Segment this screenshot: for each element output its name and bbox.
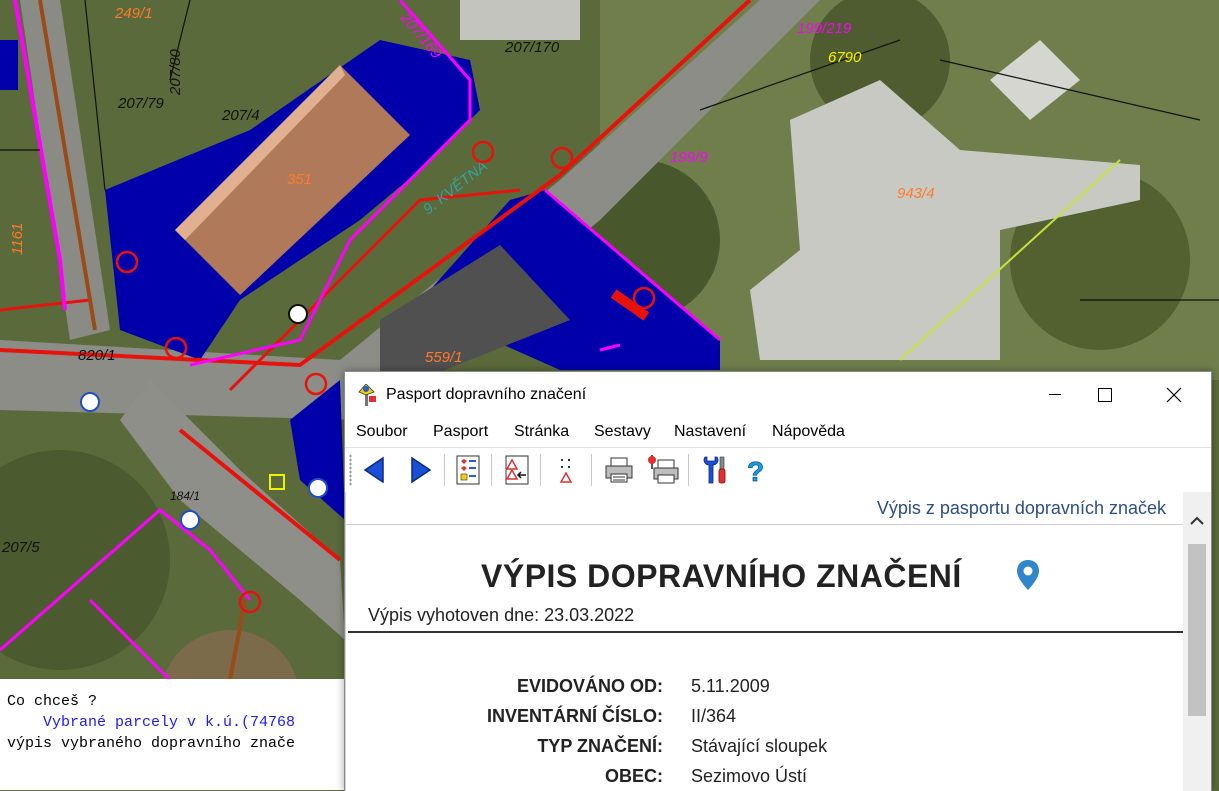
- printer-icon: [605, 457, 633, 483]
- map-label: 249/1: [114, 5, 153, 22]
- map-label: 184/1: [170, 489, 200, 503]
- map-label: 207/79: [117, 95, 165, 112]
- menu-bar: Soubor Pasport Stránka Sestavy Nastavení…: [345, 418, 1211, 446]
- map-label: 351: [287, 171, 312, 188]
- report-date: Výpis vyhotoven dne: 23.03.2022: [368, 605, 635, 625]
- settings-tools-button[interactable]: [699, 454, 731, 486]
- arrow-left-icon: [363, 456, 384, 484]
- toolbar-grip[interactable]: [349, 454, 352, 486]
- map-label: 207/170: [504, 39, 560, 56]
- list-report-icon: [456, 455, 480, 485]
- map-label: 6790: [828, 49, 862, 66]
- minimize-button[interactable]: [1032, 372, 1078, 418]
- field-row: OBEC: Sezimovo Ústí: [346, 766, 1184, 791]
- arrow-right-icon: [411, 456, 432, 484]
- vertical-scrollbar[interactable]: [1183, 492, 1211, 791]
- print-button[interactable]: [603, 454, 635, 486]
- console-prompt: Co chceš ?: [7, 693, 98, 710]
- scroll-up-button[interactable]: [1183, 510, 1211, 532]
- previous-button[interactable]: [358, 454, 390, 486]
- report-header: Výpis z pasportu dopravních značek: [876, 498, 1166, 518]
- toolbar-separator: [591, 454, 592, 486]
- pasport-window: Pasport dopravního značení Soubor Paspor…: [344, 371, 1212, 791]
- app-icon: [357, 383, 377, 406]
- list-report-button[interactable]: [452, 454, 484, 486]
- close-button[interactable]: [1151, 372, 1197, 418]
- toolbar: ?: [345, 447, 1211, 493]
- map-label: 207/4: [221, 107, 260, 124]
- map-label: 559/1: [425, 349, 463, 366]
- map-label: 820/1: [78, 347, 116, 364]
- window-title: Pasport dopravního značení: [386, 386, 587, 403]
- console-message: Vybrané parcely v k.ú.(74768: [43, 714, 296, 731]
- location-pin-icon[interactable]: [1016, 559, 1040, 596]
- console-message: výpis vybraného dopravního znače: [7, 735, 296, 752]
- menu-nastaveni[interactable]: Nastavení: [674, 423, 746, 441]
- field-label: EVIDOVÁNO OD:: [516, 676, 663, 696]
- map-label: 943/4: [897, 185, 935, 202]
- title-bar[interactable]: Pasport dopravního značení: [345, 372, 1211, 418]
- menu-soubor[interactable]: Soubor: [356, 423, 408, 441]
- sign-dots-icon: [559, 459, 573, 483]
- scrollbar-thumb[interactable]: [1188, 544, 1206, 716]
- maximize-button[interactable]: [1082, 372, 1128, 418]
- toolbar-separator: [444, 454, 445, 486]
- menu-sestavy[interactable]: Sestavy: [594, 423, 651, 441]
- help-icon: ?: [747, 456, 765, 485]
- next-button[interactable]: [405, 454, 437, 486]
- field-value: II/364: [691, 706, 737, 726]
- report-title: VÝPIS DOPRAVNÍHO ZNAČENÍ: [481, 558, 962, 594]
- field-row: TYP ZNAČENÍ: Stávající sloupek: [346, 736, 1184, 766]
- sign-list-import-button[interactable]: [501, 454, 533, 486]
- field-label: TYP ZNAČENÍ:: [537, 736, 663, 756]
- field-row: INVENTÁRNÍ ČÍSLO: II/364: [346, 706, 1184, 736]
- help-button[interactable]: ?: [740, 454, 772, 486]
- field-value: Stávající sloupek: [691, 736, 828, 756]
- map-label: 199/219: [797, 20, 852, 37]
- menu-stranka[interactable]: Stránka: [514, 423, 569, 441]
- menu-napoveda[interactable]: Nápověda: [772, 423, 845, 441]
- field-row: EVIDOVÁNO OD: 5.11.2009: [346, 676, 1184, 706]
- map-label: 207/5: [1, 539, 40, 556]
- toolbar-separator: [688, 454, 689, 486]
- svg-text:?: ?: [747, 456, 764, 485]
- map-label: 1161: [9, 223, 26, 255]
- divider: [348, 631, 1184, 633]
- menu-pasport[interactable]: Pasport: [433, 423, 488, 441]
- divider: [346, 524, 1184, 525]
- tools-icon: [703, 456, 726, 484]
- chevron-up-icon: [1190, 516, 1204, 525]
- print-sign-button[interactable]: [647, 454, 679, 486]
- toolbar-separator: [491, 454, 492, 486]
- report-view[interactable]: Výpis z pasportu dopravních značek VÝPIS…: [345, 492, 1184, 791]
- field-label: INVENTÁRNÍ ČÍSLO:: [486, 706, 663, 726]
- map-label: 199/9: [670, 149, 708, 166]
- print-sign-icon: [648, 455, 679, 484]
- field-value: 5.11.2009: [691, 676, 770, 696]
- sign-list-import-icon: [505, 455, 529, 485]
- sign-dots-button[interactable]: [550, 454, 582, 486]
- command-console[interactable]: Co chceš ? Vybrané parcely v k.ú.(74768 …: [0, 679, 345, 790]
- field-label: OBEC:: [605, 766, 663, 786]
- map-label: 207/80: [167, 48, 184, 96]
- field-value: Sezimovo Ústí: [691, 766, 808, 786]
- close-icon: [1166, 387, 1182, 403]
- toolbar-separator: [540, 454, 541, 486]
